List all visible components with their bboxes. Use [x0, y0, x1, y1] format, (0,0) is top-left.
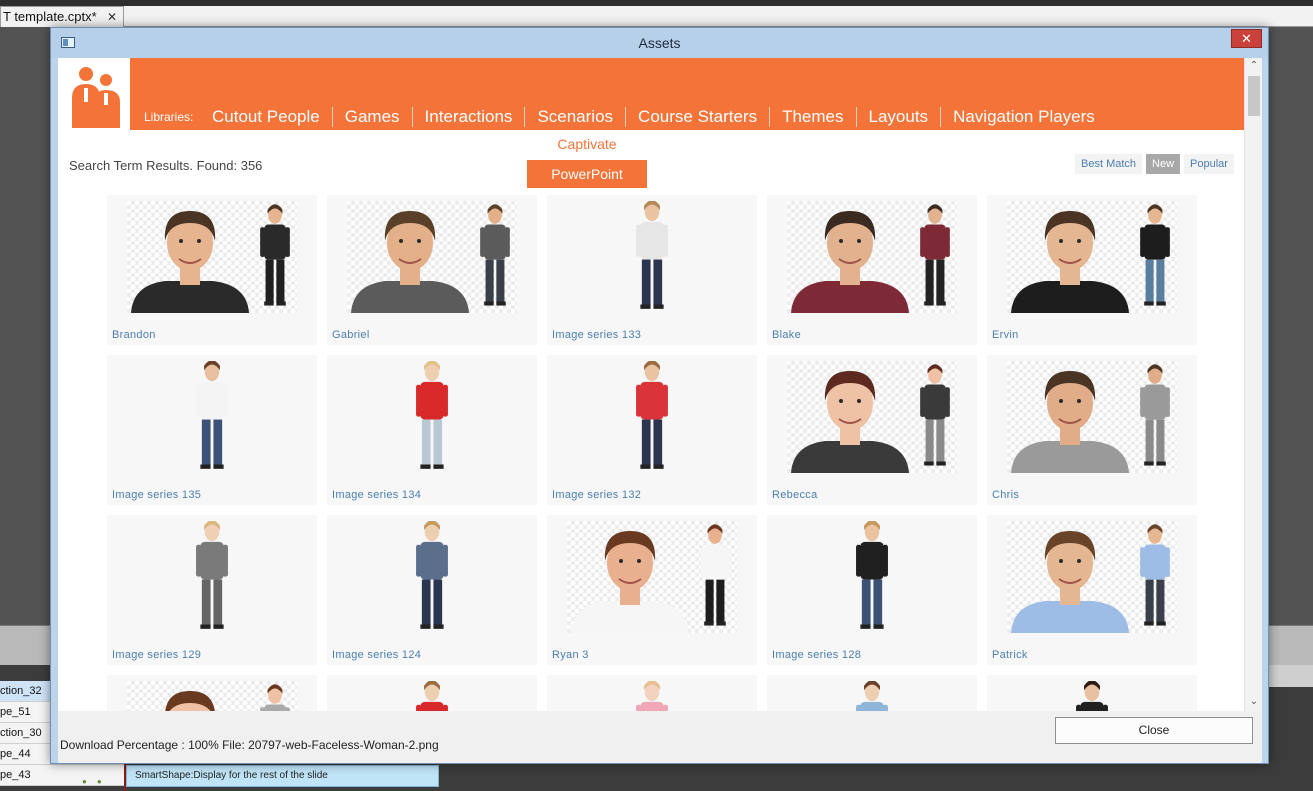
asset-caption[interactable]: Image series 129 — [112, 649, 201, 661]
scrollbar-thumb[interactable] — [1248, 76, 1260, 116]
timeline-smartshape-bar[interactable]: SmartShape:Display for the rest of the s… — [126, 765, 439, 787]
asset-card[interactable]: Ervin — [987, 195, 1197, 345]
asset-caption[interactable]: Image series 128 — [772, 649, 861, 661]
cutout-people-logo-icon — [58, 58, 130, 130]
asset-caption[interactable]: Image series 134 — [332, 489, 421, 501]
vertical-scrollbar[interactable]: ⌃ ⌄ — [1244, 58, 1262, 741]
asset-card[interactable]: Image series 132 — [547, 355, 757, 505]
download-status: Download Percentage : 100% File: 20797-w… — [60, 738, 439, 752]
search-results-count: Search Term Results. Found: 356 — [69, 158, 263, 173]
sort-popular[interactable]: Popular — [1184, 154, 1234, 174]
asset-thumbnail[interactable] — [567, 521, 737, 633]
document-tab-bar: T template.cptx* ✕ — [0, 0, 1313, 27]
asset-thumbnail[interactable] — [347, 521, 517, 633]
library-nav: Cutout People Games Interactions Scenari… — [200, 104, 1107, 130]
asset-caption[interactable]: Image series 132 — [552, 489, 641, 501]
asset-card[interactable]: Patrick — [987, 515, 1197, 665]
asset-card[interactable]: Image series 135 — [107, 355, 317, 505]
assets-dialog: Assets ✕ Libraries: Cutout People Games … — [50, 27, 1269, 764]
dialog-title-bar[interactable]: Assets ✕ — [51, 28, 1268, 58]
library-header: Libraries: Cutout People Games Interacti… — [58, 58, 1244, 130]
scroll-down-icon[interactable]: ⌄ — [1245, 694, 1262, 710]
asset-thumbnail[interactable] — [567, 201, 737, 313]
asset-card[interactable]: Image series 133 — [547, 195, 757, 345]
nav-scenarios[interactable]: Scenarios — [524, 107, 625, 127]
sort-options: Best Match New Popular — [1071, 154, 1234, 174]
timeline-row[interactable]: pe_43 ●● — [0, 765, 124, 786]
dialog-close-icon[interactable]: ✕ — [1231, 29, 1262, 48]
asset-caption[interactable]: Ervin — [992, 329, 1019, 341]
asset-card[interactable]: Chris — [987, 355, 1197, 505]
asset-caption[interactable]: Patrick — [992, 649, 1028, 661]
tab-strip — [124, 6, 1313, 27]
asset-card[interactable]: Ryan 3 — [547, 515, 757, 665]
nav-layouts[interactable]: Layouts — [855, 107, 941, 127]
sort-best-match[interactable]: Best Match — [1075, 154, 1143, 174]
asset-thumbnail[interactable] — [787, 521, 957, 633]
asset-caption[interactable]: Gabriel — [332, 329, 370, 341]
asset-card[interactable]: Image series 124 — [327, 515, 537, 665]
asset-thumbnail[interactable] — [567, 361, 737, 473]
document-tab[interactable]: T template.cptx* ✕ — [0, 6, 124, 27]
nav-cutout-people[interactable]: Cutout People — [200, 107, 332, 127]
asset-caption[interactable]: Image series 124 — [332, 649, 421, 661]
nav-navigation-players[interactable]: Navigation Players — [940, 107, 1107, 127]
asset-caption[interactable]: Blake — [772, 329, 801, 341]
asset-caption[interactable]: Image series 133 — [552, 329, 641, 341]
asset-thumbnail[interactable] — [1007, 521, 1177, 633]
asset-card[interactable]: Rebecca — [767, 355, 977, 505]
asset-thumbnail[interactable] — [787, 361, 957, 473]
asset-caption[interactable]: Chris — [992, 489, 1019, 501]
scroll-up-icon[interactable]: ⌃ — [1245, 58, 1262, 74]
dialog-footer: Download Percentage : 100% File: 20797-w… — [58, 711, 1262, 763]
close-tab-icon[interactable]: ✕ — [107, 7, 117, 27]
asset-thumbnail[interactable] — [347, 201, 517, 313]
asset-caption[interactable]: Ryan 3 — [552, 649, 589, 661]
asset-thumbnail[interactable] — [127, 201, 297, 313]
dialog-title: Assets — [638, 35, 681, 51]
asset-card[interactable]: Gabriel — [327, 195, 537, 345]
asset-thumbnail[interactable] — [127, 521, 297, 633]
asset-card[interactable]: Brandon — [107, 195, 317, 345]
asset-thumbnail[interactable] — [1007, 361, 1177, 473]
asset-card[interactable]: Blake — [767, 195, 977, 345]
asset-card[interactable]: Image series 129 — [107, 515, 317, 665]
nav-course-starters[interactable]: Course Starters — [625, 107, 769, 127]
submenu-captivate[interactable]: Captivate — [527, 136, 647, 156]
asset-thumbnail[interactable] — [1007, 201, 1177, 313]
timeline-ruler — [1268, 665, 1313, 687]
libraries-label: Libraries: — [144, 110, 194, 124]
sort-new[interactable]: New — [1146, 154, 1181, 174]
asset-thumbnail[interactable] — [347, 361, 517, 473]
nav-themes[interactable]: Themes — [769, 107, 855, 127]
asset-caption[interactable]: Brandon — [112, 329, 156, 341]
nav-games[interactable]: Games — [331, 107, 412, 127]
asset-thumbnail[interactable] — [127, 361, 297, 473]
asset-thumbnail[interactable] — [787, 201, 957, 313]
dialog-content: Libraries: Cutout People Games Interacti… — [58, 58, 1262, 741]
visibility-lock-dots-icon[interactable]: ●● — [82, 772, 112, 785]
asset-caption[interactable]: Rebecca — [772, 489, 818, 501]
asset-card[interactable]: Image series 134 — [327, 355, 537, 505]
document-tab-label: T template.cptx* — [3, 9, 97, 24]
asset-caption[interactable]: Image series 135 — [112, 489, 201, 501]
close-button[interactable]: Close — [1055, 717, 1253, 744]
asset-card[interactable]: Image series 128 — [767, 515, 977, 665]
nav-interactions[interactable]: Interactions — [411, 107, 525, 127]
submenu-powerpoint[interactable]: PowerPoint — [527, 160, 647, 188]
